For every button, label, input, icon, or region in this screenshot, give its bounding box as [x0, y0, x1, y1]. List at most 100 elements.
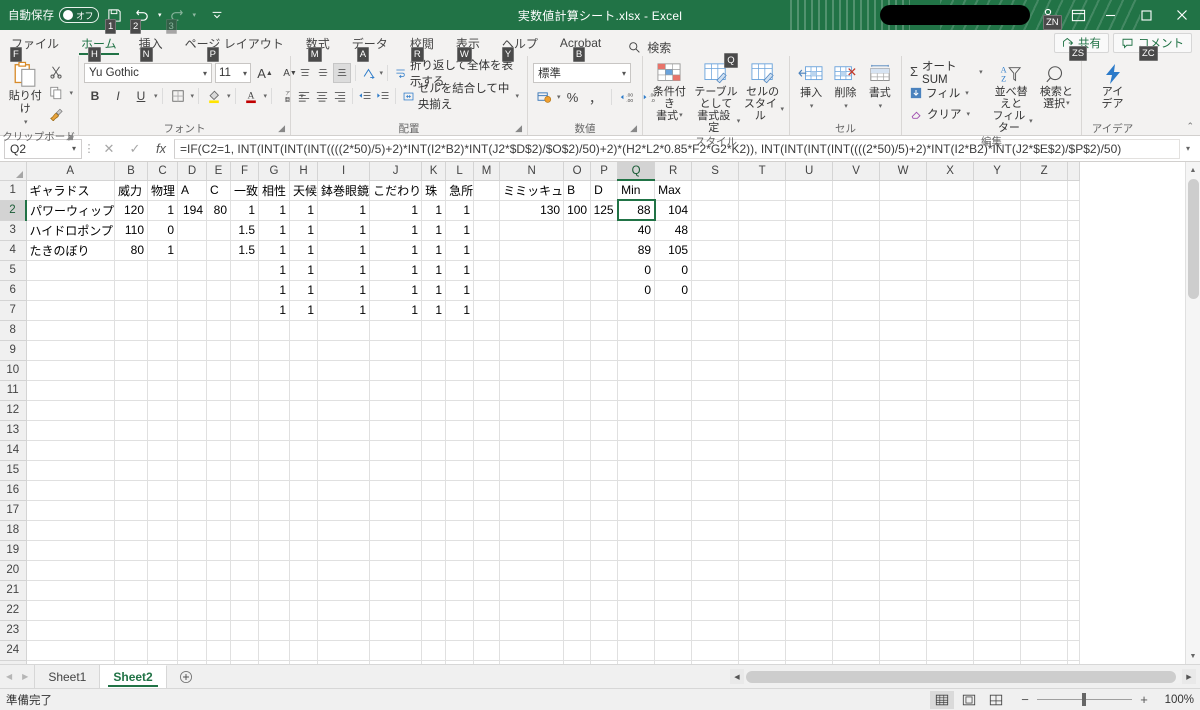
- ribbon-tab-help[interactable]: ヘルプ Y: [491, 30, 549, 62]
- cell-M4[interactable]: [473, 240, 501, 261]
- column-header-F[interactable]: F: [230, 162, 260, 181]
- cell-N24[interactable]: [499, 640, 565, 661]
- cell-F11[interactable]: [230, 380, 260, 401]
- fill-color-dropdown-icon[interactable]: ▾: [227, 92, 231, 100]
- currency-dropdown-icon[interactable]: ▾: [557, 93, 561, 101]
- cell-Z24[interactable]: [1020, 640, 1069, 661]
- cell-T17[interactable]: [738, 500, 787, 521]
- cell-P13[interactable]: [590, 420, 619, 441]
- cell-Z13[interactable]: [1020, 420, 1069, 441]
- cell-P21[interactable]: [590, 580, 619, 601]
- cell-L10[interactable]: [445, 360, 475, 381]
- cell-C24[interactable]: [147, 640, 179, 661]
- cell-Q14[interactable]: [617, 440, 656, 461]
- cell-E6[interactable]: [206, 280, 232, 301]
- search-box[interactable]: 検索 Q: [612, 39, 738, 68]
- cell-G8[interactable]: [258, 320, 291, 341]
- cell-C7[interactable]: [147, 300, 179, 321]
- cell-A22[interactable]: [26, 600, 116, 621]
- cell-partial-10[interactable]: [1067, 360, 1081, 381]
- cell-K16[interactable]: [421, 480, 447, 501]
- cell-X17[interactable]: [926, 500, 975, 521]
- cell-Q5[interactable]: 0: [617, 260, 656, 281]
- cell-G21[interactable]: [258, 580, 291, 601]
- cell-U8[interactable]: [785, 320, 834, 341]
- cell-Y4[interactable]: [973, 240, 1022, 261]
- cell-P17[interactable]: [590, 500, 619, 521]
- zoom-control[interactable]: − + 100%: [1019, 692, 1194, 707]
- cell-V9[interactable]: [832, 340, 881, 361]
- cell-X23[interactable]: [926, 620, 975, 641]
- cell-F7[interactable]: [230, 300, 260, 321]
- cell-N13[interactable]: [499, 420, 565, 441]
- cell-Q3[interactable]: 40: [617, 220, 656, 241]
- font-color-button[interactable]: A: [240, 86, 262, 106]
- autosave-control[interactable]: 自動保存 オフ: [8, 7, 99, 23]
- cell-C25[interactable]: [147, 660, 179, 664]
- merge-center-button[interactable]: セルを結合して中央揃え ▾: [400, 83, 522, 111]
- sheet-tab-sheet2[interactable]: Sheet2: [100, 665, 167, 688]
- cell-Z6[interactable]: [1020, 280, 1069, 301]
- cell-N5[interactable]: [499, 260, 565, 281]
- cell-D6[interactable]: [177, 280, 208, 301]
- cell-K9[interactable]: [421, 340, 447, 361]
- cell-O9[interactable]: [563, 340, 592, 361]
- cell-F17[interactable]: [230, 500, 260, 521]
- cell-X3[interactable]: [926, 220, 975, 241]
- cell-P3[interactable]: [590, 220, 619, 241]
- cell-V14[interactable]: [832, 440, 881, 461]
- cell-I17[interactable]: [317, 500, 371, 521]
- cell-P16[interactable]: [590, 480, 619, 501]
- cell-Y20[interactable]: [973, 560, 1022, 581]
- cell-L14[interactable]: [445, 440, 475, 461]
- currency-button[interactable]: [533, 87, 555, 107]
- cell-L15[interactable]: [445, 460, 475, 481]
- cell-Y10[interactable]: [973, 360, 1022, 381]
- cell-H23[interactable]: [289, 620, 319, 641]
- cell-T11[interactable]: [738, 380, 787, 401]
- undo-button[interactable]: 2: [129, 3, 155, 34]
- cell-F12[interactable]: [230, 400, 260, 421]
- cell-A14[interactable]: [26, 440, 116, 461]
- cell-Y3[interactable]: [973, 220, 1022, 241]
- cell-E25[interactable]: [206, 660, 232, 664]
- cell-T4[interactable]: [738, 240, 787, 261]
- cell-O18[interactable]: [563, 520, 592, 541]
- cell-C10[interactable]: [147, 360, 179, 381]
- number-format-select[interactable]: 標準 ▾: [533, 63, 631, 83]
- cell-Y14[interactable]: [973, 440, 1022, 461]
- cell-S22[interactable]: [691, 600, 740, 621]
- scroll-up-button[interactable]: ▲: [1186, 162, 1200, 178]
- cell-J25[interactable]: [369, 660, 423, 664]
- row-header-8[interactable]: 8: [0, 320, 27, 341]
- number-format-dropdown-icon[interactable]: ▾: [622, 69, 626, 78]
- align-middle-button[interactable]: [315, 63, 333, 83]
- cell-K2[interactable]: 1: [421, 200, 447, 221]
- cell-styles-button[interactable]: セルの スタイル ▾: [741, 62, 784, 122]
- cell-W24[interactable]: [879, 640, 928, 661]
- font-color-dropdown-icon[interactable]: ▾: [264, 92, 268, 100]
- row-header-13[interactable]: 13: [0, 420, 27, 441]
- zoom-out-button[interactable]: −: [1019, 692, 1031, 707]
- cut-button[interactable]: [45, 62, 67, 82]
- decrease-indent-button[interactable]: [357, 86, 374, 106]
- confirm-entry-button[interactable]: ✓: [122, 138, 148, 160]
- cell-W5[interactable]: [879, 260, 928, 281]
- cell-K18[interactable]: [421, 520, 447, 541]
- cell-N1[interactable]: ミミッキュ: [499, 180, 565, 201]
- cell-L22[interactable]: [445, 600, 475, 621]
- cell-C11[interactable]: [147, 380, 179, 401]
- cell-L16[interactable]: [445, 480, 475, 501]
- cell-R17[interactable]: [654, 500, 693, 521]
- cell-Z16[interactable]: [1020, 480, 1069, 501]
- cell-T3[interactable]: [738, 220, 787, 241]
- cell-G19[interactable]: [258, 540, 291, 561]
- cell-B18[interactable]: [114, 520, 149, 541]
- cell-C4[interactable]: 1: [147, 240, 179, 261]
- row-header-14[interactable]: 14: [0, 440, 27, 461]
- cell-I19[interactable]: [317, 540, 371, 561]
- cell-P5[interactable]: [590, 260, 619, 281]
- cell-Z4[interactable]: [1020, 240, 1069, 261]
- cell-M22[interactable]: [473, 600, 501, 621]
- cell-N22[interactable]: [499, 600, 565, 621]
